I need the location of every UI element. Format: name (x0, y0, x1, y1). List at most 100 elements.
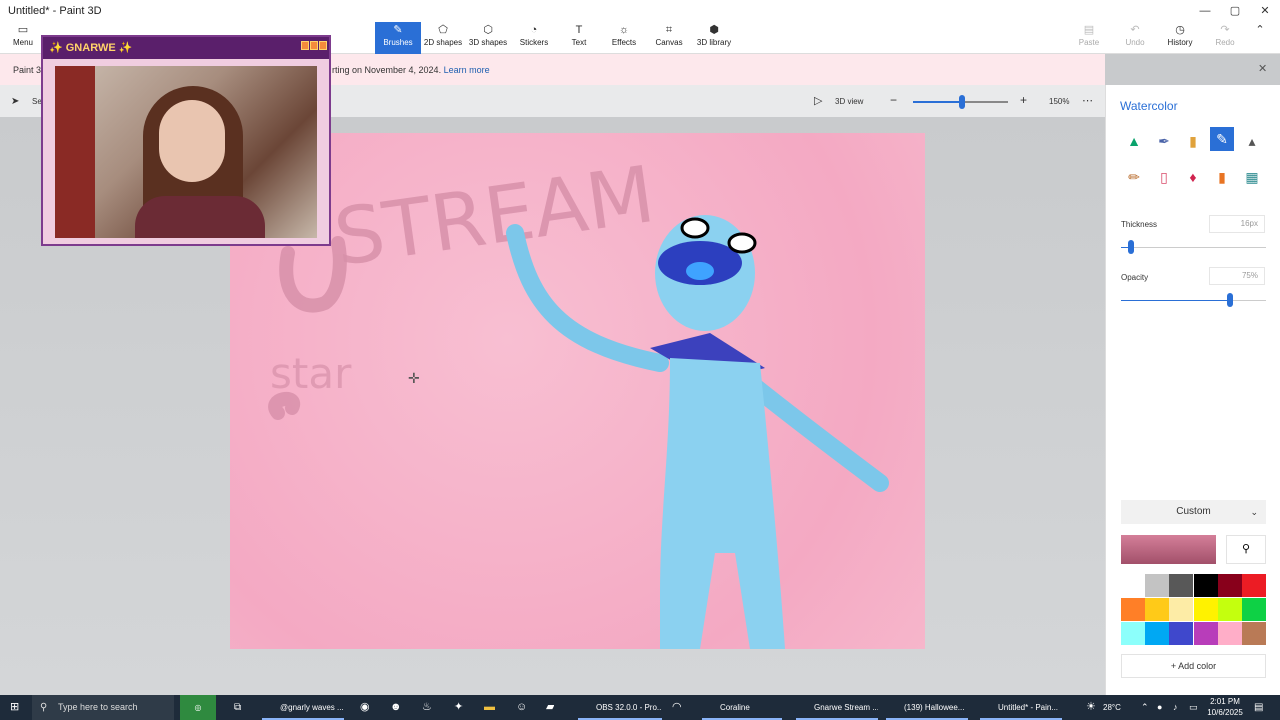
calligraphy-pen-icon[interactable]: ✒ (1152, 129, 1176, 153)
file-explorer-icon[interactable]: ▬ (484, 695, 495, 720)
tab-effects[interactable]: ☼ Effects (601, 22, 647, 54)
color-swatch[interactable] (1242, 574, 1266, 597)
color-swatch[interactable] (1145, 622, 1170, 645)
windows-start-icon[interactable]: ⊞ (10, 695, 19, 720)
taskbar-app-item[interactable]: Untitled* - Pain... (980, 695, 1062, 720)
tab-stickers[interactable]: ◔ Stickers (511, 22, 557, 54)
color-swatch[interactable] (1217, 622, 1242, 645)
menu-icon: ▭ (17, 24, 29, 36)
taskbar-app-item[interactable]: Coraline (702, 695, 782, 720)
eraser-icon[interactable]: ▯ (1152, 165, 1176, 189)
color-swatch[interactable] (1217, 598, 1242, 621)
clock[interactable]: 2:01 PM 10/6/2025 (1203, 696, 1247, 720)
eyedropper-icon[interactable]: ⚲ (1226, 535, 1266, 564)
marker-brush-icon[interactable]: ▲ (1122, 129, 1146, 153)
twitch-icon[interactable]: ▰ (546, 695, 554, 720)
current-color-swatch[interactable] (1121, 535, 1216, 564)
color-swatch[interactable] (1169, 574, 1194, 597)
stream-text: STREAM (329, 150, 660, 284)
minimize-button[interactable]: — (1190, 0, 1220, 22)
tab-text[interactable]: T Text (556, 22, 602, 54)
color-swatch[interactable] (1217, 574, 1242, 597)
game-icon[interactable]: ☺ (516, 695, 527, 720)
3d-view-label[interactable]: 3D view (835, 97, 863, 106)
maximize-button[interactable]: ▢ (1220, 0, 1250, 22)
color-swatch[interactable] (1242, 598, 1266, 621)
collapse-toolbar-button[interactable]: ⌃ (1240, 22, 1280, 54)
fill-bucket-icon[interactable]: ▦ (1240, 165, 1264, 189)
tray-chevron-icon[interactable]: ⌃ (1141, 695, 1149, 720)
tab-3d-library[interactable]: ⬢ 3D library (692, 22, 736, 54)
color-swatch[interactable] (1193, 598, 1218, 621)
select-cursor-icon[interactable]: ➤ (11, 96, 19, 107)
thickness-input[interactable]: 16px (1209, 215, 1265, 233)
taskbar-search-box[interactable]: ⚲ Type here to search (32, 695, 174, 720)
drawing-canvas[interactable]: STREAM star ✛ (230, 133, 925, 649)
zoom-slider[interactable] (913, 95, 1008, 109)
effects-icon: ☼ (618, 24, 630, 36)
taskbar-app-item[interactable]: OBS 32.0.0 - Pro... (578, 695, 662, 720)
stickers-icon: ◔ (530, 24, 538, 36)
spray-can-icon[interactable]: ▮ (1210, 165, 1234, 189)
tab-brushes[interactable]: ✎ Brushes (375, 22, 421, 54)
taskbar-app-item[interactable]: Gnarwe Stream ... (796, 695, 878, 720)
tab-canvas[interactable]: ⌗ Canvas (646, 22, 692, 54)
pencil-icon[interactable]: ✏ (1122, 165, 1146, 189)
history-button[interactable]: ◷ History (1157, 22, 1203, 54)
taskbar-app-item[interactable]: (139) Hallowee... (886, 695, 968, 720)
opacity-slider[interactable] (1121, 293, 1266, 307)
plus-icon: + (1170, 661, 1177, 671)
letter-s-stroke (268, 391, 301, 420)
chrome-icon[interactable]: ◉ (360, 695, 370, 720)
close-button[interactable]: ✕ (1250, 0, 1280, 22)
cortana-icon[interactable]: ◎ (180, 695, 216, 720)
learn-more-link[interactable]: Learn more (444, 65, 490, 75)
zoom-slider-thumb[interactable] (959, 95, 965, 109)
color-swatch[interactable] (1145, 574, 1170, 597)
color-swatch[interactable] (1121, 598, 1145, 621)
overlay-close-icon (319, 41, 327, 50)
color-mode-dropdown[interactable]: Custom ⌄ (1121, 500, 1266, 524)
color-swatch[interactable] (1242, 622, 1266, 645)
menu-button[interactable]: ▭ Menu (0, 22, 46, 54)
color-swatch[interactable] (1193, 622, 1218, 645)
zoom-out-icon[interactable]: − (890, 93, 897, 107)
add-color-button[interactable]: + Add color (1121, 654, 1266, 678)
letter-u-stroke (279, 236, 347, 313)
steam-icon[interactable]: ♨ (422, 695, 432, 720)
tab-3d-shapes[interactable]: ⬡ 3D shapes (465, 22, 511, 54)
more-options-icon[interactable]: ⋯ (1082, 94, 1093, 107)
volume-icon[interactable]: ♪ (1173, 695, 1178, 720)
3d-view-icon[interactable]: ▷ (814, 94, 822, 107)
notifications-icon[interactable]: ▤ (1254, 695, 1263, 720)
microphone-icon[interactable]: ● (1157, 695, 1162, 720)
color-swatch[interactable] (1169, 622, 1194, 645)
opacity-slider-thumb[interactable] (1226, 293, 1233, 307)
person-shirt (135, 196, 265, 238)
thickness-slider-thumb[interactable] (1128, 240, 1135, 254)
watercolor-brush-icon[interactable]: ✎ (1210, 127, 1234, 151)
color-swatch[interactable] (1145, 598, 1170, 621)
crayon-icon[interactable]: ♦ (1181, 165, 1205, 189)
zoom-in-icon[interactable]: + (1020, 93, 1027, 107)
undo-button[interactable]: ↶ Undo (1112, 22, 1158, 54)
taskbar-app-item[interactable]: @gnarly waves ... (262, 695, 344, 720)
discord-icon[interactable]: ☻ (390, 695, 402, 720)
edge-icon[interactable]: ◠ (672, 695, 682, 720)
pixel-pen-icon[interactable]: ▴ (1240, 129, 1264, 153)
network-icon[interactable]: ▭ (1189, 695, 1198, 720)
paste-button[interactable]: ▤ Paste (1066, 22, 1112, 54)
brush-panel: Watercolor ▲ ✒ ▮ ✎ ▴ ✏ ▯ ♦ ▮ ▦ Thickness… (1105, 85, 1280, 695)
color-swatch[interactable] (1121, 622, 1145, 645)
tab-2d-shapes[interactable]: ⬠ 2D shapes (420, 22, 466, 54)
color-swatch[interactable] (1121, 574, 1145, 597)
oil-brush-icon[interactable]: ▮ (1181, 129, 1205, 153)
color-swatch[interactable] (1169, 598, 1194, 621)
app-icon[interactable]: ✦ (454, 695, 463, 720)
weather-icon: ☀ (1086, 701, 1096, 713)
opacity-input[interactable]: 75% (1209, 267, 1265, 285)
task-view-icon[interactable]: ⧉ (234, 695, 241, 720)
banner-close-icon[interactable]: ✕ (1258, 62, 1267, 75)
color-swatch[interactable] (1193, 574, 1218, 597)
thickness-slider[interactable] (1121, 240, 1266, 254)
